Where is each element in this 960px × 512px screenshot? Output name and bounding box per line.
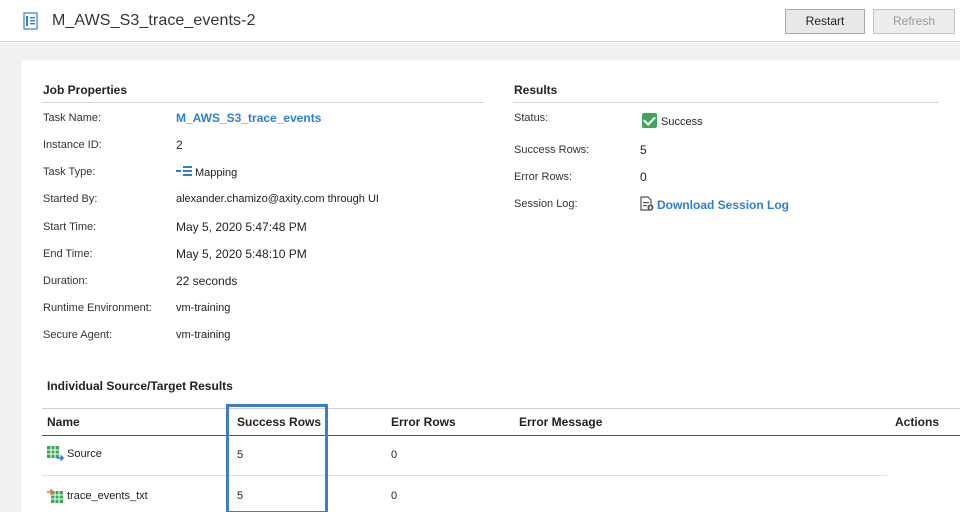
task-name-link[interactable]: M_AWS_S3_trace_events	[176, 111, 321, 125]
column-header-error-rows[interactable]: Error Rows	[391, 415, 456, 429]
status-label: Status:	[514, 112, 549, 124]
row-name[interactable]: Source	[67, 448, 102, 460]
row-name[interactable]: trace_events_txt	[67, 490, 148, 502]
task-type-value: Mapping	[176, 165, 237, 179]
job-properties-divider	[42, 102, 484, 103]
error-rows-value: 0	[640, 170, 647, 184]
job-properties-heading: Job Properties	[43, 83, 128, 97]
document-download-icon	[640, 196, 654, 211]
table-header-underline	[42, 435, 960, 436]
success-rows-label: Success Rows:	[514, 144, 590, 156]
runtime-environment-label: Runtime Environment:	[43, 302, 152, 314]
download-session-log-link[interactable]: Download Session Log	[640, 196, 789, 212]
duration-label: Duration:	[43, 275, 88, 287]
end-time-label: End Time:	[43, 248, 93, 260]
column-header-actions[interactable]: Actions	[895, 415, 939, 429]
page-title: M_AWS_S3_trace_events-2	[52, 12, 256, 29]
success-rows-highlight-box	[226, 404, 328, 512]
row-error-rows: 0	[391, 449, 398, 461]
runtime-environment-value: vm-training	[176, 302, 231, 314]
instance-id-label: Instance ID:	[43, 139, 102, 151]
status-text: Success	[661, 116, 703, 128]
source-table-icon	[47, 446, 65, 462]
results-heading: Results	[514, 83, 558, 97]
document-icon	[23, 12, 38, 30]
table-row-divider	[42, 475, 887, 476]
secure-agent-value: vm-training	[176, 329, 231, 341]
refresh-button[interactable]: Refresh	[873, 9, 955, 34]
task-type-label: Task Type:	[43, 166, 96, 178]
download-session-log-text: Download Session Log	[657, 198, 790, 212]
session-log-label: Session Log:	[514, 198, 578, 210]
error-rows-label: Error Rows:	[514, 171, 573, 183]
start-time-label: Start Time:	[43, 221, 97, 233]
source-target-results-heading: Individual Source/Target Results	[47, 379, 233, 393]
start-time-value: May 5, 2020 5:47:48 PM	[176, 220, 307, 234]
row-error-rows: 0	[391, 490, 398, 502]
results-divider	[513, 102, 939, 103]
mapping-icon	[176, 166, 192, 176]
status-value: Success	[642, 113, 703, 128]
instance-id-value: 2	[176, 138, 183, 152]
column-header-error-message[interactable]: Error Message	[519, 415, 602, 429]
task-name-label: Task Name:	[43, 112, 102, 124]
task-type-text: Mapping	[195, 167, 238, 179]
duration-value: 22 seconds	[176, 274, 238, 288]
success-check-icon	[642, 113, 657, 128]
success-rows-value: 5	[640, 143, 647, 157]
started-by-value: alexander.chamizo@axity.com through UI	[176, 193, 379, 205]
job-details-panel	[21, 60, 960, 512]
column-header-name[interactable]: Name	[47, 415, 80, 429]
end-time-value: May 5, 2020 5:48:10 PM	[176, 247, 307, 261]
target-table-icon	[47, 488, 63, 503]
table-top-rule	[42, 408, 960, 409]
started-by-label: Started By:	[43, 193, 98, 205]
secure-agent-label: Secure Agent:	[43, 329, 113, 341]
title-bar: M_AWS_S3_trace_events-2 Restart Refresh	[0, 0, 960, 42]
restart-button[interactable]: Restart	[785, 9, 865, 34]
